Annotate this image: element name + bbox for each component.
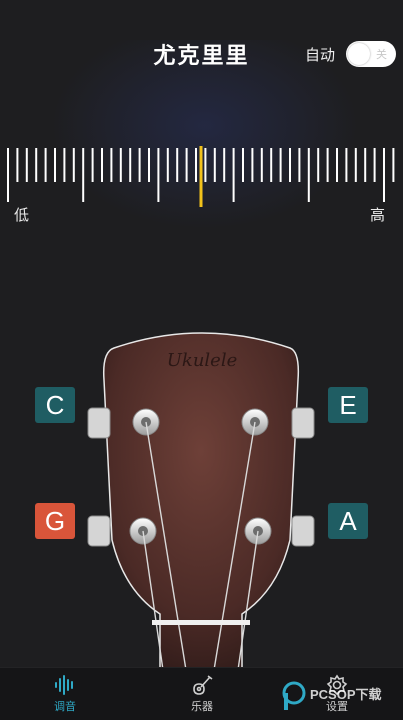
auto-mode-toggle[interactable]: 关 (346, 41, 396, 67)
toggle-knob (348, 43, 370, 65)
low-pitch-label: 低 (14, 206, 30, 224)
guitar-icon (193, 675, 213, 695)
string-key-g[interactable]: G (35, 503, 75, 539)
tuning-scale (7, 146, 395, 207)
brand-logo: Ukulele (167, 350, 238, 371)
tuning-needle (199, 146, 203, 207)
toggle-state-label: 关 (376, 48, 387, 61)
tab-tuning-label: 调音 (54, 700, 76, 713)
page-title: 尤克里里 (153, 44, 250, 69)
tab-instrument-label: 乐器 (191, 700, 213, 713)
ukulele-headstock: Ukulele (87, 332, 315, 670)
tab-instrument[interactable]: 乐器 (157, 674, 247, 714)
watermark-text: PCSOP下载 (310, 687, 382, 702)
string-key-a[interactable]: A (328, 503, 368, 539)
watermark-logo-icon (282, 681, 306, 710)
auto-mode-label: 自动 (305, 46, 336, 64)
string-key-c[interactable]: C (35, 387, 75, 423)
tab-tuning[interactable]: 调音 (20, 674, 110, 714)
high-pitch-label: 高 (370, 206, 386, 224)
string-key-e[interactable]: E (328, 387, 368, 423)
waveform-icon (55, 675, 73, 695)
watermark: PCSOP下载 (280, 678, 403, 712)
